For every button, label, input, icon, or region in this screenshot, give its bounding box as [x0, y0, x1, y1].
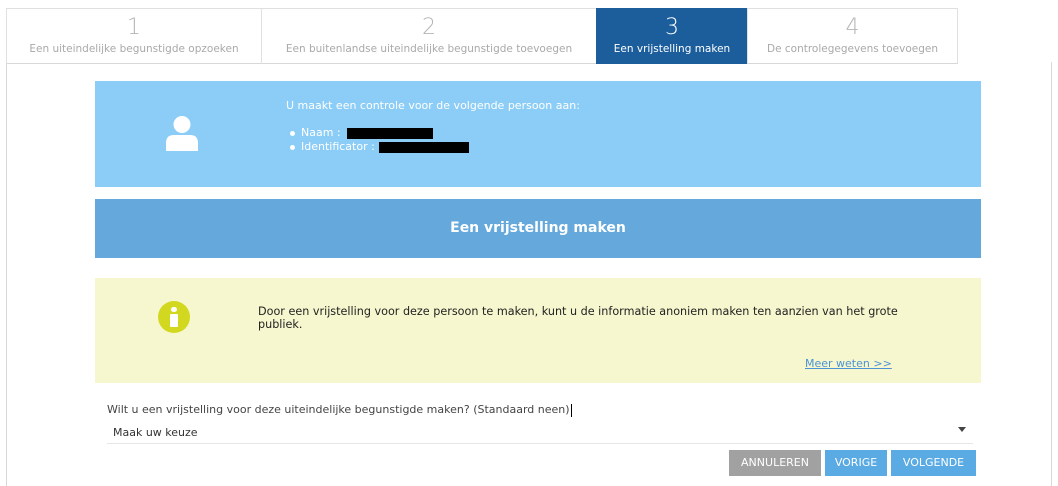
- person-info-list: Naam : Identificator :: [286, 126, 580, 154]
- info-text: Door een vrijstelling voor deze persoon …: [258, 305, 898, 331]
- more-info-link[interactable]: Meer weten >>: [805, 357, 892, 370]
- select-value: Maak uw keuze: [113, 426, 198, 439]
- section-title: Een vrijstelling maken: [95, 199, 981, 258]
- step-label: Een vrijstelling maken: [613, 43, 731, 55]
- info-icon: [158, 301, 190, 333]
- exemption-select[interactable]: Maak uw keuze: [107, 421, 973, 444]
- exemption-question: Wilt u een vrijstelling voor deze uitein…: [107, 403, 572, 417]
- person-details: U maakt een controle voor de volgende pe…: [286, 99, 580, 154]
- wizard-step-2[interactable]: 2 Een buitenlandse uiteindelijke begunst…: [261, 8, 597, 64]
- chevron-down-icon: [958, 427, 966, 432]
- user-icon: [166, 116, 198, 151]
- question-text: Wilt u een vrijstelling voor deze uitein…: [107, 403, 570, 416]
- frame-border-left: [6, 62, 7, 486]
- previous-button[interactable]: VORIGE: [825, 450, 887, 476]
- step-number: 3: [665, 15, 679, 40]
- step-number: 4: [845, 15, 860, 40]
- step-number: 1: [127, 15, 141, 40]
- wizard-steps: 1 Een uiteindelijke begunstigde opzoeken…: [6, 8, 958, 64]
- person-panel: U maakt een controle voor de volgende pe…: [95, 81, 981, 187]
- person-identifier-item: Identificator :: [286, 140, 580, 154]
- text-cursor: [570, 403, 572, 417]
- step-label: De controlegegevens toevoegen: [766, 43, 938, 55]
- person-name-item: Naam :: [286, 126, 580, 140]
- info-box: Door een vrijstelling voor deze persoon …: [95, 278, 981, 383]
- identifier-label: Identificator :: [301, 140, 375, 153]
- wizard-step-3[interactable]: 3 Een vrijstelling maken: [596, 8, 748, 64]
- person-intro: U maakt een controle voor de volgende pe…: [286, 99, 580, 112]
- frame-border-right: [1051, 62, 1052, 486]
- next-button[interactable]: VOLGENDE: [891, 450, 976, 476]
- wizard-step-4[interactable]: 4 De controlegegevens toevoegen: [747, 8, 958, 64]
- redacted-identifier: [378, 141, 469, 153]
- step-label: Een buitenlandse uiteindelijke begunstig…: [285, 43, 573, 55]
- step-label: Een uiteindelijke begunstigde opzoeken: [29, 43, 239, 55]
- wizard-step-1[interactable]: 1 Een uiteindelijke begunstigde opzoeken: [6, 8, 262, 64]
- name-label: Naam :: [301, 126, 341, 139]
- cancel-button[interactable]: ANNULEREN: [729, 450, 821, 476]
- step-number: 2: [422, 15, 436, 40]
- redacted-name: [346, 127, 433, 139]
